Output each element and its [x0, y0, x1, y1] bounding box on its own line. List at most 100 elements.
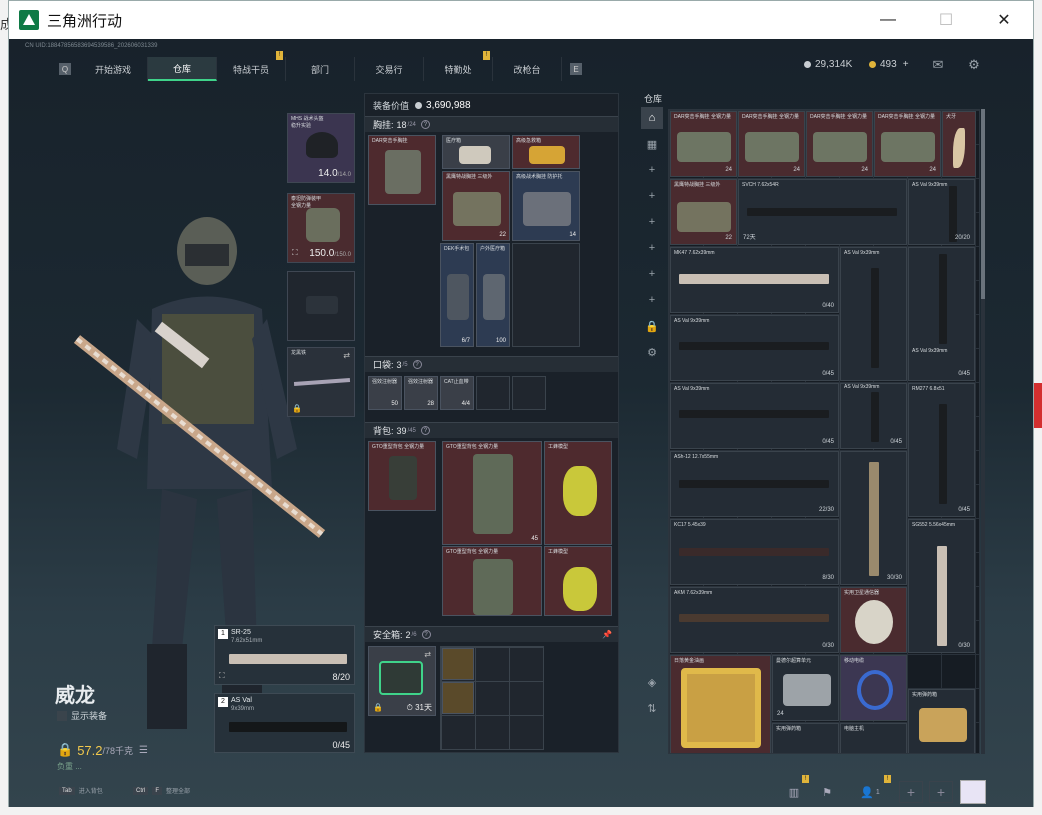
- tab-operators[interactable]: ! 特战干员: [217, 51, 286, 81]
- rig-item-tactical[interactable]: 高级战术胸挂 防护托 14: [512, 171, 580, 241]
- weight-details-icon[interactable]: ☰: [139, 745, 148, 756]
- safe-box-item[interactable]: ⇄ 🔒 ⏱ 31天: [368, 646, 436, 716]
- tab-trade[interactable]: 交易行: [355, 57, 424, 81]
- backpack-item[interactable]: GTO重型背包 全钢力量: [368, 441, 436, 511]
- swap-icon[interactable]: ⇄: [343, 351, 350, 360]
- sidebar-item-all[interactable]: ⌂: [641, 107, 663, 129]
- pistol-slot[interactable]: [287, 271, 355, 341]
- secondary-weapon-slot[interactable]: 2 AS Val 9x39mm 0/45: [214, 693, 355, 753]
- mail-icon[interactable]: ✉: [930, 57, 946, 73]
- nav-next-key[interactable]: E: [570, 63, 582, 75]
- safe-item-ammo-1[interactable]: [442, 648, 474, 680]
- swap-icon[interactable]: ⇄: [424, 650, 431, 659]
- wh-item-akm[interactable]: AKM 7.62x39mm 0/30: [670, 587, 839, 653]
- pin-icon[interactable]: 📌: [602, 630, 612, 639]
- empty-rig-cell[interactable]: [512, 243, 580, 347]
- empty-pocket-cell[interactable]: [512, 376, 546, 410]
- backpack-bee-model-2[interactable]: 工蜂模型: [544, 546, 612, 616]
- add-teammate-button[interactable]: +: [899, 781, 923, 803]
- chest-rig-item[interactable]: DAR突击手胸挂: [368, 135, 436, 205]
- help-icon[interactable]: ?: [412, 360, 422, 369]
- wh-item-sg552[interactable]: SG552 5.56x45mm 0/30: [908, 519, 975, 653]
- settings-gear-icon[interactable]: ⚙: [966, 57, 982, 73]
- wh-item-svch[interactable]: SVCH 7.62x54R 72天: [738, 179, 907, 245]
- tab-warehouse[interactable]: 仓库: [148, 57, 217, 81]
- pocket-tourniquet[interactable]: CAT止血带 4/4: [440, 376, 474, 410]
- wh-item-ammo-box-1[interactable]: 实用弹药箱: [908, 689, 975, 753]
- warehouse-scrollbar[interactable]: [981, 109, 985, 754]
- stats-chart-icon[interactable]: ▥: [784, 782, 804, 802]
- wh-item-fang[interactable]: 犬牙: [942, 111, 976, 177]
- wh-item-asval-4[interactable]: AS Val 9x39mm 0/45: [670, 315, 839, 381]
- sidebar-item-add-3[interactable]: +: [641, 211, 663, 233]
- rig-item-medkit[interactable]: 医疗箱: [442, 135, 510, 169]
- minimize-button[interactable]: —: [859, 1, 917, 39]
- wh-item-rig-1[interactable]: DAR突击手胸挂 全钢力量 24: [670, 111, 737, 177]
- wh-item-supercomputer[interactable]: 曼德尔超算单元 24: [772, 655, 839, 721]
- sidebar-item-add-4[interactable]: +: [641, 237, 663, 259]
- wh-item-asval-3[interactable]: AS Val 9x39mm 0/45: [908, 247, 975, 381]
- nav-prev-key[interactable]: Q: [59, 63, 71, 75]
- rig-item-blackhawk[interactable]: 黑鹰特战胸挂 三级外 22: [442, 171, 510, 241]
- sort-icon[interactable]: ⇅: [641, 697, 663, 719]
- wh-item-ammo-box-2[interactable]: 实用弹药箱: [772, 723, 839, 753]
- pocket-injector-1[interactable]: 强效注射器 50: [368, 376, 402, 410]
- backpack-bee-model-1[interactable]: 工蜂模型: [544, 441, 612, 545]
- toggle-checkbox[interactable]: [57, 710, 67, 721]
- melee-slot[interactable]: 龙黑铁 ⇄ 🔒: [287, 347, 355, 417]
- show-equipment-toggle[interactable]: 显示装备: [57, 709, 107, 722]
- armor-slot[interactable]: 泰坦防弹装甲 全钢力量 ⛶ 150.0/150.0: [287, 193, 355, 263]
- tab-department[interactable]: 部门: [286, 57, 355, 81]
- wh-item-satellite[interactable]: 实用卫星通信器: [840, 587, 907, 653]
- wh-item-rm277[interactable]: RM277 6.8x51 0/45: [908, 383, 975, 517]
- add-currency-icon[interactable]: +: [903, 59, 909, 70]
- help-icon[interactable]: ?: [421, 630, 431, 639]
- wh-item-painting[interactable]: 日落黄金油画: [670, 655, 771, 753]
- sidebar-item-add-6[interactable]: +: [641, 289, 663, 311]
- sidebar-item-lock[interactable]: 🔒: [641, 315, 663, 337]
- wh-item-asval-6[interactable]: AS Val 9x39mm 0/45: [840, 383, 907, 449]
- empty-pocket-cell[interactable]: [476, 376, 510, 410]
- help-icon[interactable]: ?: [420, 426, 430, 435]
- wh-item-asval-2[interactable]: AS Val 9x39mm: [840, 247, 907, 381]
- sidebar-item-add-2[interactable]: +: [641, 185, 663, 207]
- wh-item-rig-3[interactable]: DAR突击手胸挂 全钢力量 24: [806, 111, 873, 177]
- wh-item-mk47[interactable]: MK47 7.62x39mm 0/40: [670, 247, 839, 313]
- backpack-gto-2[interactable]: GTO重型背包 全钢力量: [442, 546, 542, 616]
- wh-item-rig-4[interactable]: DAR突击手胸挂 全钢力量 24: [874, 111, 941, 177]
- rig-item-outdoor-medkit[interactable]: 户外医疗箱 100: [476, 243, 510, 347]
- party-icon[interactable]: 👤 1: [855, 782, 885, 802]
- pocket-injector-2[interactable]: 强效注射器 28: [404, 376, 438, 410]
- wh-item-pc[interactable]: 电脑主机: [840, 723, 907, 753]
- sidebar-item-add[interactable]: +: [641, 159, 663, 181]
- sidebar-item-weapons[interactable]: ▦: [641, 133, 663, 155]
- flag-icon[interactable]: ⚑: [817, 782, 837, 802]
- close-button[interactable]: ✕: [975, 1, 1033, 39]
- wh-item-rig-2[interactable]: DAR突击手胸挂 全钢力量 24: [738, 111, 805, 177]
- ticket-balance[interactable]: 493 +: [869, 59, 909, 70]
- wh-item-cable[interactable]: 移动电缆: [840, 655, 907, 721]
- rig-item-surgery-kit[interactable]: DEK手术包 6/7: [440, 243, 474, 347]
- wh-item-blackhawk-rig[interactable]: 黑鹰特战胸挂 三级外 22: [670, 179, 737, 245]
- wh-item-asval-5[interactable]: AS Val 9x39mm 0/45: [670, 383, 839, 449]
- wh-item-ash12[interactable]: ASh-12 12.7x55mm 22/30: [670, 451, 839, 517]
- layers-icon[interactable]: ◈: [641, 671, 663, 693]
- rig-item-first-aid[interactable]: 高级急救箱: [512, 135, 580, 169]
- safe-item-ammo-2[interactable]: [442, 682, 474, 714]
- helmet-slot[interactable]: MHS 战术头盔 稳升实验 14.0/14.0: [287, 113, 355, 183]
- help-icon[interactable]: ?: [420, 120, 430, 129]
- tab-start-game[interactable]: 开始游戏: [79, 57, 148, 81]
- wh-item-kc17[interactable]: KC17 5.45x39 8/30: [670, 519, 839, 585]
- backpack-gto-1[interactable]: GTO重型背包 全钢力量 45: [442, 441, 542, 545]
- scrollbar-thumb[interactable]: [981, 109, 985, 299]
- hint-open-backpack[interactable]: Tab 进入背包: [59, 786, 103, 795]
- maximize-button[interactable]: ☐: [917, 1, 975, 39]
- sidebar-item-add-5[interactable]: +: [641, 263, 663, 285]
- sidebar-item-settings[interactable]: ⚙: [641, 341, 663, 363]
- tab-special-ops[interactable]: ! 特勤处: [424, 51, 493, 81]
- tab-gunsmith[interactable]: 改枪台: [493, 57, 562, 81]
- wh-item-asval-1[interactable]: AS Val 9x39mm 20/20: [908, 179, 975, 245]
- wh-item-tan-rifle[interactable]: 30/30: [840, 451, 907, 585]
- player-avatar[interactable]: [960, 780, 986, 804]
- primary-weapon-slot[interactable]: 1 SR-25 7.62x51mm ⛶ 8/20: [214, 625, 355, 685]
